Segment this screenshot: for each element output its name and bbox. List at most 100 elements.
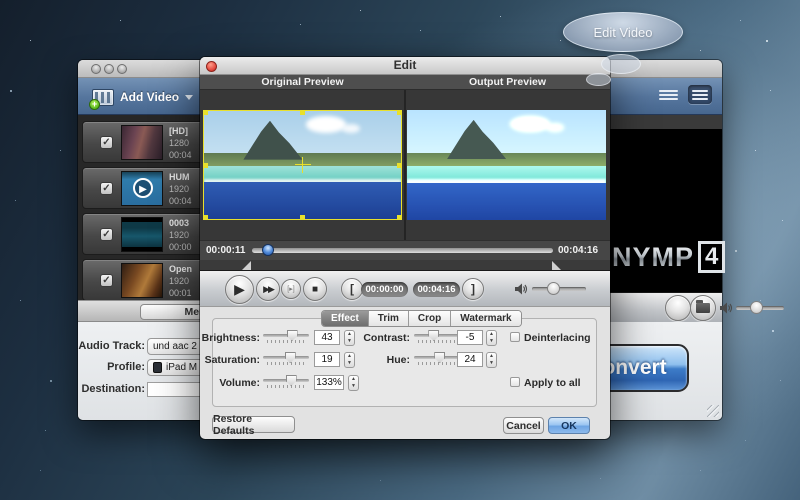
crop-handle[interactable] (203, 110, 208, 115)
trim-end-button[interactable]: ] (462, 278, 484, 300)
fast-forward-button[interactable]: ▶▶ (256, 277, 280, 301)
tab-effect[interactable]: Effect (322, 311, 369, 326)
snapshot-folder-button[interactable] (690, 295, 716, 321)
edit-video-tooltip: Edit Video (563, 12, 683, 52)
volume-thumb[interactable] (750, 301, 763, 314)
brightness-slider[interactable] (263, 330, 309, 343)
volume-input[interactable] (314, 375, 344, 390)
item-checkbox[interactable]: ✓ (100, 136, 113, 149)
crop-handle[interactable] (300, 215, 305, 220)
contrast-slider[interactable] (414, 330, 460, 343)
output-preview-image (407, 110, 606, 220)
item-checkbox[interactable]: ✓ (100, 228, 113, 241)
hue-label: Hue: (335, 354, 410, 366)
add-video-button[interactable]: + Add Video (92, 84, 193, 110)
timeline-bar: 00:00:11 00:04:16 (200, 240, 610, 260)
volume-stepper[interactable]: ▲▼ (348, 375, 359, 391)
crop-handle[interactable] (203, 215, 208, 220)
tooltip-trail-bubble (601, 54, 641, 74)
preview-area (200, 90, 610, 240)
speaker-icon (514, 282, 528, 296)
trim-end-time: 00:04:16 (413, 282, 460, 297)
anymp4-logo: NYMP 4 (612, 241, 725, 273)
tooltip-label: Edit Video (593, 25, 652, 40)
cancel-button[interactable]: Cancel (503, 417, 544, 434)
volume-effect-slider[interactable] (263, 375, 309, 388)
stop-button[interactable]: ■ (303, 277, 327, 301)
film-strip-icon: + (92, 89, 114, 106)
speaker-icon (719, 301, 733, 315)
contrast-stepper[interactable]: ▲▼ (486, 330, 497, 346)
dialog-title: Edit (200, 57, 610, 74)
hue-input[interactable] (457, 352, 483, 367)
edit-tabs: Effect Trim Crop Watermark (321, 310, 522, 327)
crop-handle[interactable] (397, 215, 402, 220)
original-preview-image[interactable] (203, 110, 402, 220)
timeline-slider[interactable] (252, 248, 553, 253)
video-thumbnail (121, 263, 163, 298)
crop-handle[interactable] (203, 163, 208, 168)
current-time-label: 00:00:11 (206, 245, 245, 256)
playback-controls: ▶ ▶▶ [▸] ■ [ 00:00:00 00:04:16 ] (200, 271, 610, 307)
apply-to-all-checkbox[interactable] (510, 377, 520, 387)
close-button[interactable] (206, 61, 217, 72)
saturation-label: Saturation: (200, 354, 260, 366)
audio-track-label: Audio Track: (70, 340, 145, 352)
volume-slider[interactable] (532, 287, 586, 291)
plus-icon: + (89, 99, 100, 110)
play-button[interactable]: ▶ (225, 275, 254, 304)
saturation-slider[interactable] (263, 352, 309, 365)
tooltip-trail-bubble (586, 73, 611, 86)
detail-view-icon (692, 90, 708, 92)
destination-label: Destination: (70, 383, 145, 395)
brightness-label: Brightness: (200, 332, 260, 344)
minimize-button[interactable] (104, 64, 114, 74)
detail-view-toggle[interactable] (688, 85, 712, 104)
next-frame-button[interactable]: [▸] (281, 279, 301, 299)
item-checkbox[interactable]: ✓ (100, 274, 113, 287)
zoom-button[interactable] (117, 64, 127, 74)
trim-end-marker[interactable] (552, 261, 561, 270)
edit-dialog: Edit Original Preview Output Preview (200, 57, 610, 439)
contrast-label: Contrast: (335, 332, 410, 344)
trim-marker-strip (200, 260, 610, 271)
crop-center-crosshair-icon (295, 157, 311, 173)
add-video-label: Add Video (120, 90, 179, 104)
close-bracket-icon: ] (471, 282, 475, 296)
crop-handle[interactable] (397, 110, 402, 115)
device-icon (153, 362, 162, 373)
crop-handle[interactable] (397, 163, 402, 168)
edit-titlebar[interactable]: Edit (200, 57, 610, 75)
trim-start-marker[interactable] (242, 261, 251, 270)
original-preview-label: Original Preview (200, 75, 405, 89)
output-preview-label: Output Preview (405, 75, 610, 89)
close-button[interactable] (91, 64, 101, 74)
trim-start-time: 00:00:00 (361, 282, 408, 297)
trim-start-button[interactable]: [ (341, 278, 363, 300)
resize-grip[interactable] (707, 405, 719, 417)
video-thumbnail (121, 125, 163, 160)
crop-handle[interactable] (300, 110, 305, 115)
volume-thumb[interactable] (547, 282, 560, 295)
edit-options: Effect Trim Crop Watermark Brightness: ▲… (200, 307, 610, 439)
list-view-toggle[interactable] (656, 85, 680, 104)
tab-watermark[interactable]: Watermark (451, 311, 520, 326)
play-overlay-icon[interactable]: ▶ (133, 178, 153, 198)
stars (0, 0, 2, 2)
hue-slider[interactable] (414, 352, 460, 365)
volume-slider[interactable] (736, 306, 784, 310)
list-view-icon (663, 90, 678, 92)
deinterlacing-checkbox[interactable] (510, 332, 520, 342)
contrast-input[interactable] (457, 330, 483, 345)
item-checkbox[interactable]: ✓ (100, 182, 113, 195)
timeline-thumb[interactable] (262, 244, 274, 256)
hue-stepper[interactable]: ▲▼ (486, 352, 497, 368)
tab-trim[interactable]: Trim (369, 311, 409, 326)
video-thumbnail: ▶ (121, 171, 163, 206)
deinterlacing-label: Deinterlacing (524, 332, 591, 344)
stop-button[interactable] (665, 295, 691, 321)
restore-defaults-button[interactable]: Restore Defaults (212, 416, 295, 433)
tab-crop[interactable]: Crop (409, 311, 451, 326)
volume-label: Volume: (200, 377, 260, 389)
ok-button[interactable]: OK (548, 417, 590, 434)
